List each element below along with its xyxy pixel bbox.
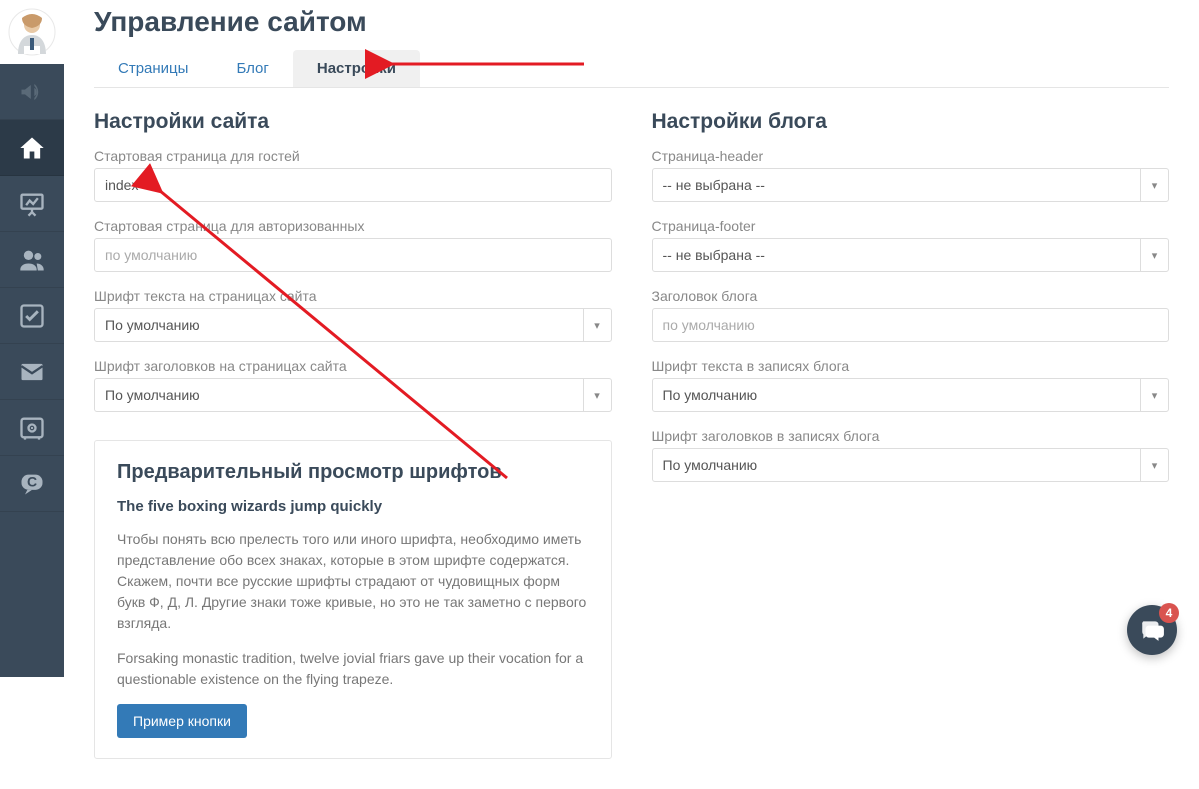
chat-fab[interactable]: 4 [1127,605,1177,655]
blog-heading-font-label: Шрифт заголовков в записях блога [652,428,1170,444]
guest-start-label: Стартовая страница для гостей [94,148,612,164]
blog-title-label: Заголовок блога [652,288,1170,304]
preview-paragraph-2: Forsaking monastic tradition, twelve jov… [117,648,589,690]
sidebar-item-mail[interactable] [0,344,64,400]
chevron-down-icon[interactable] [583,379,611,411]
auth-start-label: Стартовая страница для авторизованных [94,218,612,234]
blog-title-input[interactable] [652,308,1170,342]
chat-badge: 4 [1159,603,1179,623]
guest-start-input[interactable] [94,168,612,202]
preview-subtitle: The five boxing wizards jump quickly [117,498,589,515]
site-text-font-value: По умолчанию [95,309,583,341]
tab-settings[interactable]: Настройки [293,50,420,87]
font-preview-box: Предварительный просмотр шрифтов The fiv… [94,440,612,759]
preview-title: Предварительный просмотр шрифтов [117,461,589,484]
sidebar-item-chat[interactable]: C [0,456,64,512]
sidebar: C [0,0,64,677]
blog-text-font-label: Шрифт текста в записях блога [652,358,1170,374]
main-content: Управление сайтом Страницы Блог Настройк… [64,0,1199,789]
site-heading-font-label: Шрифт заголовков на страницах сайта [94,358,612,374]
sidebar-item-safe[interactable] [0,400,64,456]
chat-icon [1139,617,1165,643]
preview-sample-button[interactable]: Пример кнопки [117,704,247,738]
footer-page-label: Страница-footer [652,218,1170,234]
tab-blog[interactable]: Блог [212,50,292,87]
site-heading-font-value: По умолчанию [95,379,583,411]
svg-text:C: C [27,473,37,489]
site-settings-column: Настройки сайта Стартовая страница для г… [94,110,612,759]
tabs: Страницы Блог Настройки [94,50,1169,88]
preview-paragraph-1: Чтобы понять всю прелесть того или иного… [117,529,589,634]
chevron-down-icon[interactable] [1140,449,1168,481]
header-page-value: -- не выбрана -- [653,169,1141,201]
sidebar-item-home[interactable] [0,120,64,176]
header-page-select[interactable]: -- не выбрана -- [652,168,1170,202]
site-text-font-select[interactable]: По умолчанию [94,308,612,342]
site-settings-title: Настройки сайта [94,110,612,134]
page-title: Управление сайтом [94,6,1169,38]
chevron-down-icon[interactable] [1140,239,1168,271]
avatar[interactable] [0,0,64,64]
chevron-down-icon[interactable] [1140,379,1168,411]
footer-page-select[interactable]: -- не выбрана -- [652,238,1170,272]
site-heading-font-select[interactable]: По умолчанию [94,378,612,412]
header-page-label: Страница-header [652,148,1170,164]
auth-start-input[interactable] [94,238,612,272]
chevron-down-icon[interactable] [583,309,611,341]
tab-pages[interactable]: Страницы [94,50,212,87]
blog-text-font-select[interactable]: По умолчанию [652,378,1170,412]
site-text-font-label: Шрифт текста на страницах сайта [94,288,612,304]
sidebar-item-announce[interactable] [0,64,64,120]
sidebar-item-users[interactable] [0,232,64,288]
chevron-down-icon[interactable] [1140,169,1168,201]
footer-page-value: -- не выбрана -- [653,239,1141,271]
sidebar-item-tasks[interactable] [0,288,64,344]
blog-text-font-value: По умолчанию [653,379,1141,411]
blog-heading-font-value: По умолчанию [653,449,1141,481]
blog-heading-font-select[interactable]: По умолчанию [652,448,1170,482]
blog-settings-column: Настройки блога Страница-header -- не вы… [652,110,1170,759]
blog-settings-title: Настройки блога [652,110,1170,134]
sidebar-item-presentation[interactable] [0,176,64,232]
